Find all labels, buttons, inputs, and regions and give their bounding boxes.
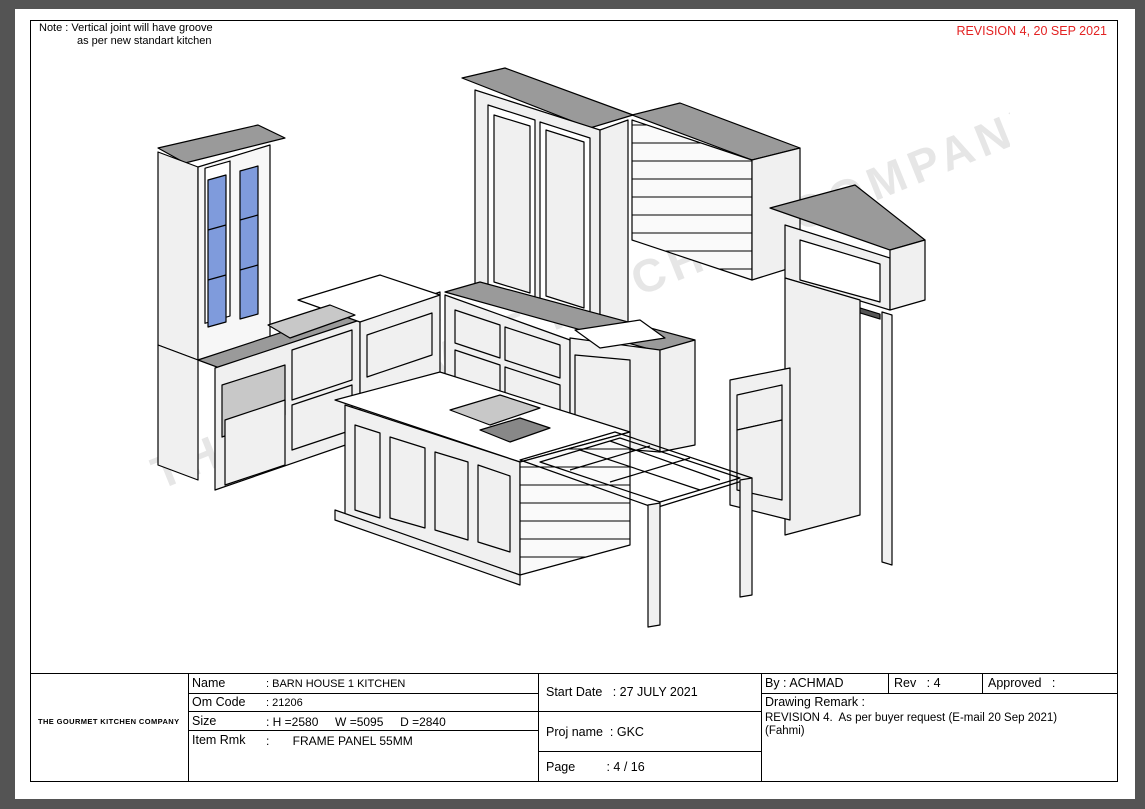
item-rmk-value: : FRAME PANEL 55MM	[266, 734, 413, 748]
company-name: THE GOURMET KITCHEN COMPANY	[38, 717, 180, 726]
project-name: Proj name : GKC	[546, 725, 644, 739]
revision-number: Rev : 4	[894, 676, 941, 690]
name-label: Name	[192, 676, 226, 690]
title-block: THE GOURMET KITCHEN COMPANY Name : BARN …	[30, 673, 1118, 782]
note: Note : Vertical joint will have groove a…	[39, 22, 213, 48]
om-code-label: Om Code	[192, 695, 246, 709]
page-number: Page : 4 / 16	[546, 760, 645, 774]
drawing-remark-text-2: (Fahmi)	[765, 725, 805, 737]
drawn-by: By : ACHMAD	[765, 676, 844, 690]
revision-label: REVISION 4, 20 SEP 2021	[956, 24, 1107, 38]
size-value: : H =2580 W =5095 D =2840	[266, 715, 446, 729]
size-label: Size	[192, 714, 217, 728]
note-line-1: Note : Vertical joint will have groove	[39, 22, 213, 34]
note-line-2: as per new standart kitchen	[77, 35, 212, 47]
start-date: Start Date : 27 JULY 2021	[546, 685, 698, 699]
drawing-remark-label: Drawing Remark :	[765, 695, 866, 709]
drawing-remark-text: REVISION 4. As per buyer request (E-mail…	[765, 712, 1058, 724]
om-code-value: : 21206	[266, 697, 303, 709]
approved: Approved :	[988, 676, 1056, 690]
item-rmk-label: Item Rmk	[192, 733, 246, 747]
name-value: : BARN HOUSE 1 KITCHEN	[266, 678, 406, 690]
kitchen-isometric-drawing: THE GOURMET KITCHEN COMPANY	[144, 67, 1010, 628]
